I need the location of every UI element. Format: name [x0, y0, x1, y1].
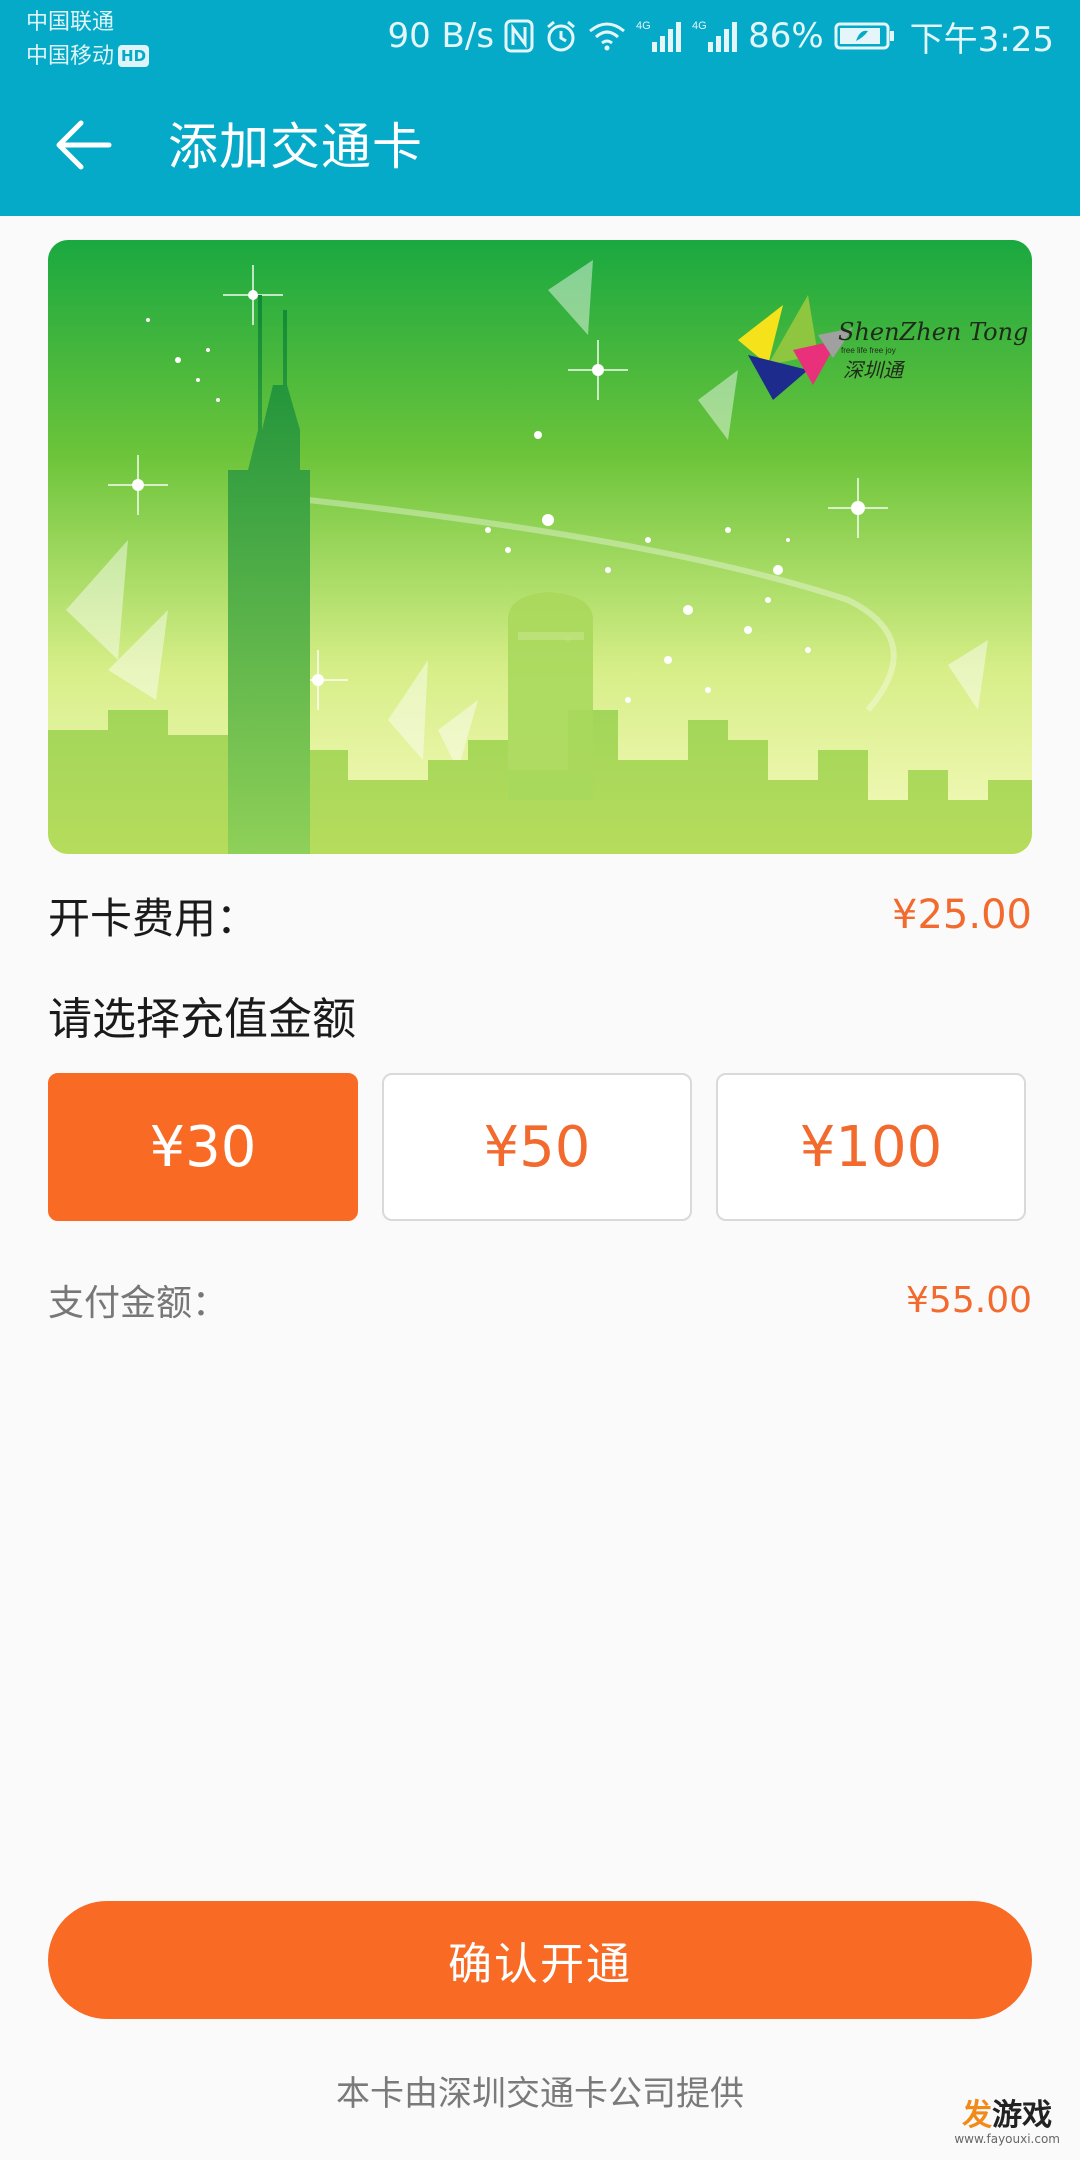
- net-speed: 90 B/s: [387, 16, 495, 56]
- app-header: 中国联通 中国移动 HD 90 B/s 4G 4G 86% 下午3:25 添加交通…: [0, 0, 1080, 216]
- payment-total-row: 支付金额： ¥55.00: [48, 1270, 1032, 1330]
- watermark-text-1: 发: [962, 2098, 993, 2133]
- amount-option-50[interactable]: ¥50: [382, 1073, 692, 1221]
- back-button[interactable]: [48, 110, 118, 180]
- page-title: 添加交通卡: [168, 118, 423, 176]
- alarm-icon: [544, 19, 578, 53]
- card-brand-cn: 深圳通: [843, 360, 906, 382]
- signal-icon: 4G: [636, 18, 682, 54]
- provider-note: 本卡由深圳交通卡公司提供: [336, 2074, 744, 2114]
- card-brand-slogan: free life free joy: [841, 346, 896, 355]
- clock: 下午3:25: [909, 19, 1054, 60]
- payment-value: ¥55.00: [906, 1279, 1032, 1321]
- battery-percent: 86%: [748, 16, 824, 56]
- payment-label: 支付金额：: [48, 1283, 229, 1324]
- carrier-2-label: 中国移动: [26, 44, 115, 69]
- network-type-label: 4G: [636, 20, 651, 32]
- card-fee-row: 开卡费用： ¥25.00: [48, 880, 1032, 950]
- arrow-left-icon: [56, 120, 112, 170]
- carrier-info: 中国联通 中国移动 HD: [26, 6, 150, 74]
- watermark-logo: 发游戏 www.fayouxi.com: [954, 2098, 1060, 2147]
- wifi-icon: [588, 21, 626, 51]
- network-type-label: 4G: [692, 20, 707, 32]
- amount-option-100[interactable]: ¥100: [716, 1073, 1026, 1221]
- signal-icon: 4G: [692, 18, 738, 54]
- card-brand-name: ShenZhen Tong: [838, 318, 1028, 346]
- confirm-activate-button[interactable]: 确认开通: [48, 1901, 1032, 2019]
- transit-card-image: ShenZhen Tong free life free joy 深圳通: [48, 240, 1032, 854]
- recharge-title: 请选择充值金额: [48, 994, 356, 1045]
- recharge-amount-options: ¥30 ¥50 ¥100: [48, 1073, 1026, 1223]
- nfc-icon: [504, 19, 534, 53]
- status-bar-right: 90 B/s 4G 4G 86% 下午3:25: [387, 12, 1054, 60]
- battery-icon: [834, 21, 896, 51]
- amount-option-30[interactable]: ¥30: [48, 1073, 358, 1221]
- hd-badge: HD: [118, 45, 150, 67]
- card-fee-label: 开卡费用：: [48, 893, 259, 943]
- card-fee-value: ¥25.00: [892, 892, 1032, 938]
- watermark-text-2: 游戏: [992, 2098, 1053, 2133]
- carrier-1-label: 中国联通: [26, 10, 115, 35]
- watermark-url: www.fayouxi.com: [954, 2132, 1060, 2146]
